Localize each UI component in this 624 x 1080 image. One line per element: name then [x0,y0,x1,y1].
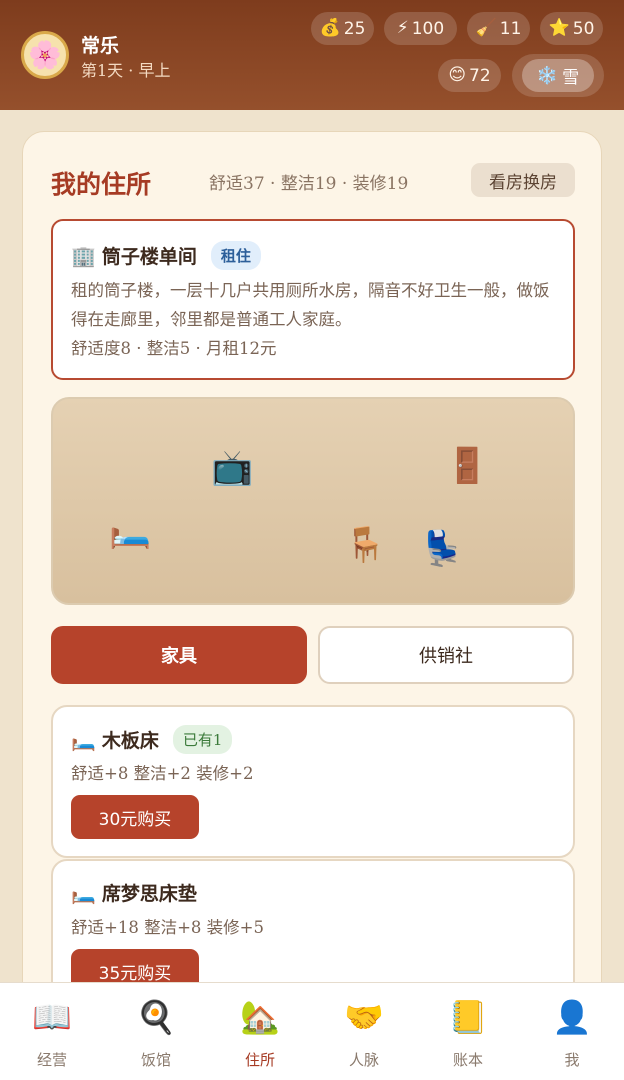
current-house-panel: 🏢 筒子楼单间 租住 租的筒子楼，一层十几户共用厕所水房，隔音不好卫生一般，做饭… [51,219,575,380]
house-icon: 🏡 [240,998,280,1036]
money-value: 25 [343,18,366,39]
player-name: 常乐 [81,35,120,57]
view-houses-button[interactable]: 看房换房 [471,163,575,197]
item-header: 🛏️ 席梦思床垫 [71,879,197,906]
flower-icon: 🌸 [28,39,62,71]
nav-label: 住所 [244,1051,275,1069]
nav-label: 人脉 [348,1051,379,1069]
rent-status-badge: 租住 [210,241,261,270]
bed-icon: 🛏️ [71,880,96,905]
door-icon[interactable]: 🚪 [446,449,488,483]
bed-icon[interactable]: 🛏️ [109,514,151,548]
nav-label: 账本 [452,1051,483,1069]
item-name: 席梦思床垫 [101,883,197,905]
owned-badge: 已有1 [172,725,233,754]
energy-icon: ⚡ [396,18,409,38]
nav-item-me[interactable]: 👤 我 [520,983,624,1080]
avatar[interactable]: 🌸 [21,31,69,79]
reputation-stat[interactable]: ⭐ 50 [540,12,603,45]
house-name: 筒子楼单间 [101,246,197,268]
nav-label: 经营 [36,1051,67,1069]
tool-icon: 🧹 [475,18,497,38]
residence-card: 我的住所 舒适37 · 整洁19 · 装修19 看房换房 🏢 筒子楼单间 租住 … [22,131,602,1080]
seat-icon[interactable]: 💺 [421,532,463,566]
house-header: 🏢 筒子楼单间 租住 [71,241,261,270]
smile-icon: 😊 [448,65,467,85]
nav-item-restaurant[interactable]: 🍳 饭馆 [104,983,208,1080]
tv-icon[interactable]: 📺 [211,451,253,485]
frying-pan-icon: 🍳 [136,998,176,1036]
mood-value: 72 [469,65,491,86]
buy-button[interactable]: 30元购买 [71,795,199,839]
weather-label: 雪 [562,68,580,88]
snowflake-icon: ❄️ [536,65,559,86]
bed-icon: 🛏️ [71,727,96,752]
house-description: 租的筒子楼，一层十几户共用厕所水房，隔音不好卫生一般，做饭得在走廊里，邻里都是普… [71,281,550,329]
tool-stat[interactable]: 🧹 11 [467,12,530,45]
nav-label: 我 [564,1051,580,1069]
house-meta: 舒适度8 · 整洁5 · 月租12元 [71,339,277,358]
residence-stats: 舒适37 · 整洁19 · 装修19 [209,174,409,194]
money-icon: 💰 [319,18,341,38]
nav-label: 饭馆 [140,1051,171,1069]
bottom-nav: 📖 经营 🍳 饭馆 🏡 住所 🤝 人脉 📒 账本 👤 我 [0,982,624,1080]
person-icon: 👤 [552,998,592,1036]
tool-value: 11 [499,18,522,39]
chair-icon[interactable]: 🪑 [344,528,386,562]
tab-furniture[interactable]: 家具 [51,626,307,684]
ledger-icon: 📒 [448,998,488,1036]
item-stats: 舒适+8 整洁+2 装修+2 [71,764,254,783]
nav-item-business[interactable]: 📖 经营 [0,983,104,1080]
room-preview: 📺 🚪 🛏️ 🪑 💺 [51,397,575,605]
star-icon: ⭐ [548,18,570,38]
mood-stat[interactable]: 😊 72 [438,59,501,92]
handshake-icon: 🤝 [344,998,384,1036]
list-item: 🛏️ 木板床 已有1 舒适+8 整洁+2 装修+2 30元购买 [51,705,575,858]
nav-item-residence[interactable]: 🏡 住所 [208,983,312,1080]
energy-value: 100 [411,18,445,39]
weather-chip: ❄️ 雪 [522,59,594,92]
page-title: 我的住所 [51,170,152,199]
tab-supply-shop[interactable]: 供销社 [318,626,574,684]
nav-item-contacts[interactable]: 🤝 人脉 [312,983,416,1080]
book-icon: 📖 [32,998,72,1036]
item-header: 🛏️ 木板床 已有1 [71,725,233,754]
nav-item-ledger[interactable]: 📒 账本 [416,983,520,1080]
reputation-value: 50 [572,18,595,39]
item-name: 木板床 [101,730,159,752]
building-icon: 🏢 [71,243,96,268]
item-stats: 舒适+18 整洁+8 装修+5 [71,918,264,937]
day-time-label: 第1天 · 早上 [81,61,171,80]
weather-button[interactable]: ❄️ 雪 [512,54,604,97]
money-stat[interactable]: 💰 25 [311,12,374,45]
top-status-bar: 🌸 常乐 第1天 · 早上 💰 25 ⚡ 100 🧹 11 ⭐ 50 😊 72 … [0,0,624,110]
energy-stat[interactable]: ⚡ 100 [384,12,457,45]
